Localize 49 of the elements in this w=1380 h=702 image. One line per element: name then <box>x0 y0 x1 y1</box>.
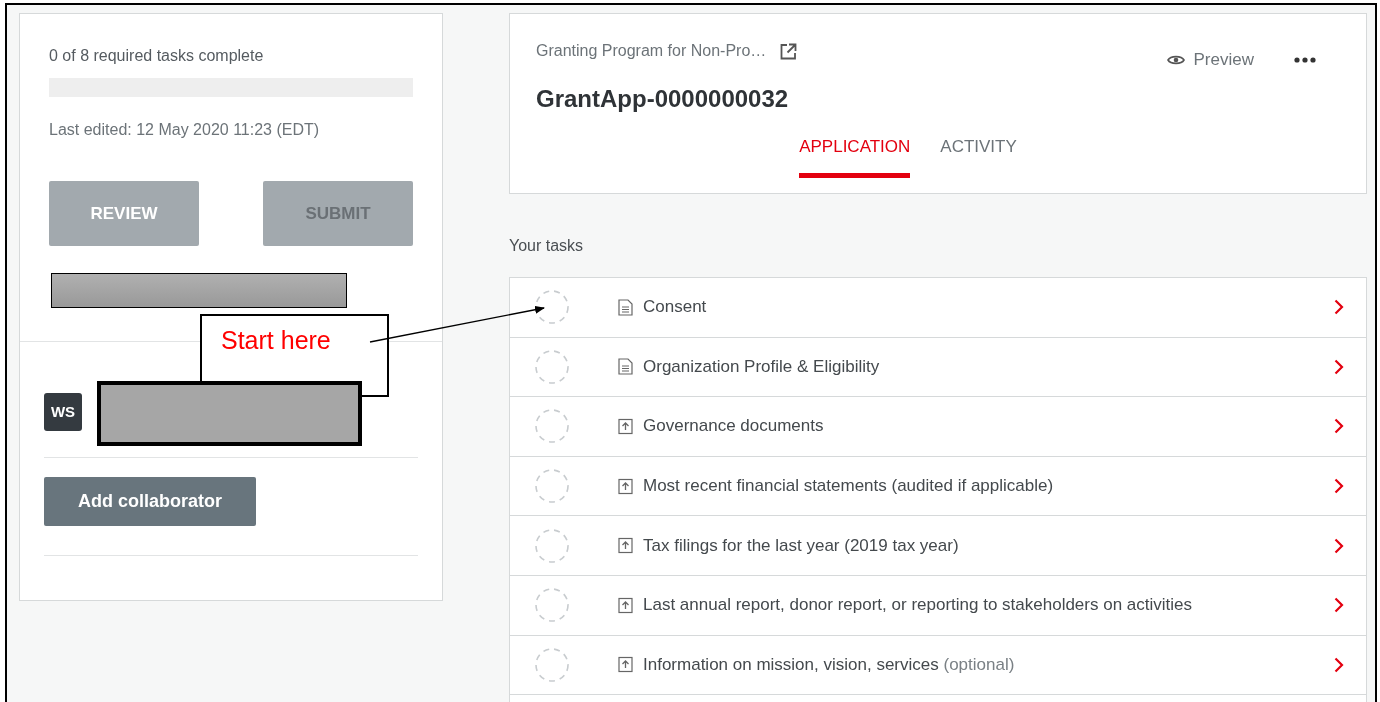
chevron-right-icon <box>1334 299 1344 316</box>
add-collaborator-button[interactable]: Add collaborator <box>44 477 256 526</box>
upload-icon <box>618 656 633 674</box>
dashed-circle-icon <box>534 646 570 683</box>
task-row[interactable]: Governance documents <box>510 397 1366 457</box>
task-label: Tax filings for the last year (2019 tax year) <box>643 535 960 556</box>
task-label: Governance documents <box>643 416 825 437</box>
dashed-circle-icon <box>534 408 570 445</box>
document-icon <box>618 358 633 376</box>
task-label: Organization Profile & Eligibility <box>643 356 881 377</box>
callout-text: Start here <box>221 326 331 354</box>
task-row[interactable]: Consent <box>510 278 1366 338</box>
more-options-icon[interactable] <box>1294 57 1316 63</box>
dashed-circle-icon <box>534 289 570 326</box>
task-row[interactable]: Tax filings for the last year (2019 tax year) <box>510 516 1366 576</box>
tasks-heading: Your tasks <box>509 237 585 255</box>
preview-button[interactable]: Preview <box>1166 50 1254 70</box>
program-name: Granting Program for Non-Pro… <box>536 42 767 60</box>
dashed-circle-icon <box>534 527 570 564</box>
chevron-right-icon <box>1334 358 1344 375</box>
task-label: Last annual report, donor report, or reporting to stakeholders on activities <box>643 595 1194 616</box>
task-label: Information on mission, vision, services (optional) <box>643 654 1016 675</box>
tab[interactable]: APPLICATION <box>799 137 911 178</box>
tab[interactable]: ACTIVITY <box>940 137 1017 178</box>
eye-icon <box>1166 54 1185 66</box>
chevron-right-icon <box>1334 656 1344 673</box>
dashed-circle-icon <box>534 468 570 505</box>
task-label: Consent <box>643 297 708 318</box>
task-row[interactable]: Organization Profile & Eligibility <box>510 337 1366 398</box>
chevron-right-icon <box>1334 418 1344 435</box>
task-row[interactable]: Last annual report, donor report, or reporting to stakeholders on activities <box>510 575 1366 636</box>
dashed-circle-icon <box>534 587 570 624</box>
upload-icon <box>618 537 633 555</box>
chevron-right-icon <box>1334 597 1344 614</box>
upload-icon <box>618 477 633 495</box>
chevron-right-icon <box>1334 478 1344 495</box>
task-label: Most recent financial statements (audited if applicable) <box>643 476 1055 497</box>
progress-summary: 0 of 8 required tasks complete <box>49 47 265 65</box>
external-link-icon[interactable] <box>780 42 798 60</box>
upload-icon <box>618 418 633 435</box>
avatar: WS <box>44 392 82 431</box>
chevron-right-icon <box>1334 537 1344 554</box>
task-row[interactable]: Most recent financial statements (audited if applicable) <box>510 456 1366 517</box>
dashed-circle-icon <box>534 348 570 385</box>
last-edited-text: Last edited: 12 May 2020 11:23 (EDT) <box>49 121 321 139</box>
application-title: GrantApp-0000000032 <box>536 85 790 113</box>
document-icon <box>618 298 633 316</box>
upload-icon <box>618 596 633 614</box>
task-row[interactable]: Information on mission, vision, services (optional) <box>510 635 1366 696</box>
